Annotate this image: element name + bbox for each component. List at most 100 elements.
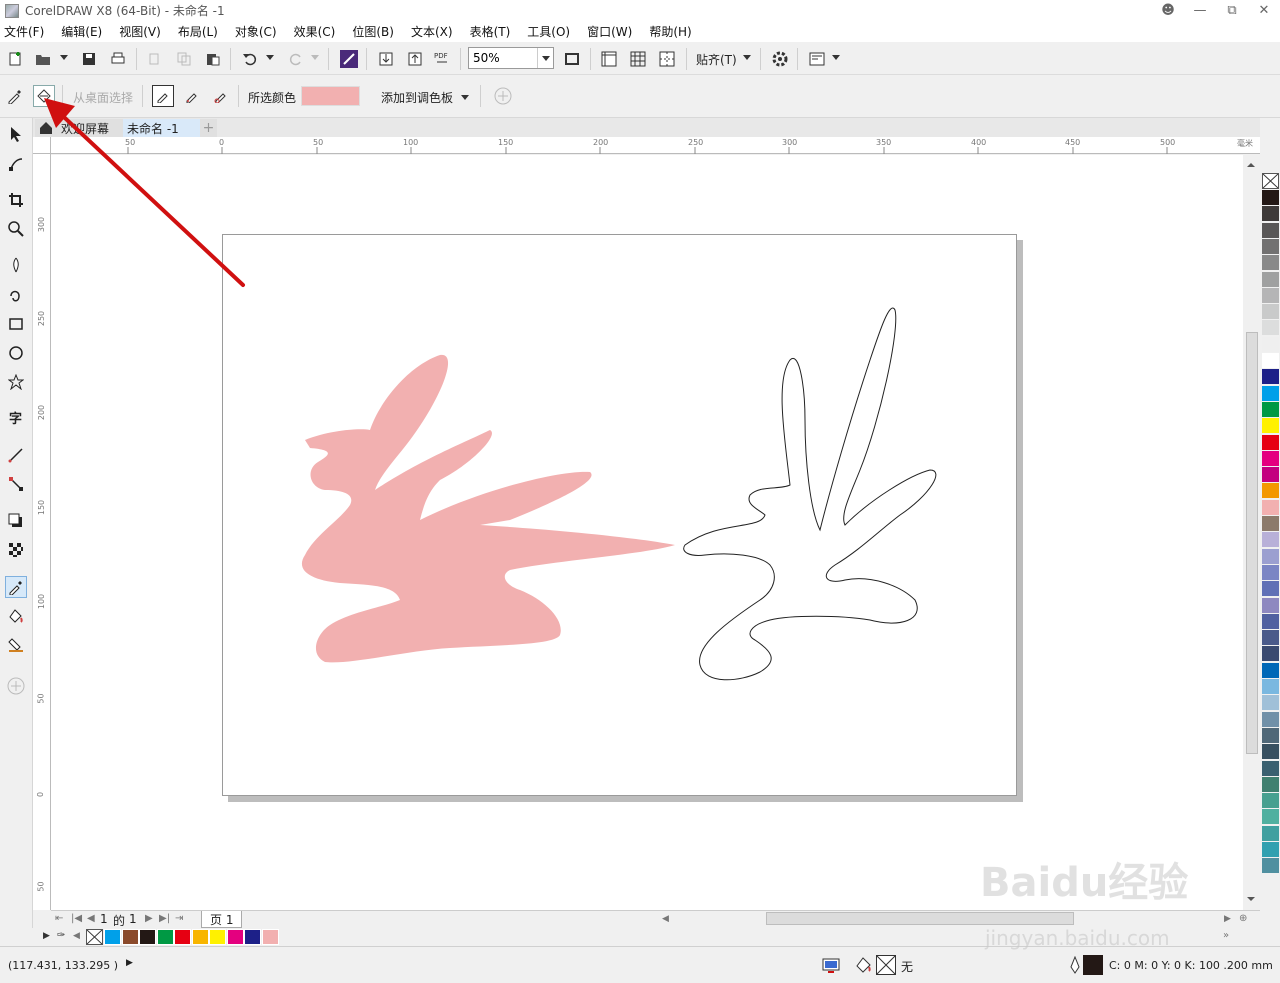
zoom-tool-icon[interactable] — [5, 218, 27, 240]
color-eyedropper-tool-icon[interactable] — [5, 576, 27, 598]
new-document-icon[interactable] — [4, 48, 26, 70]
zoom-dropdown-icon[interactable] — [537, 48, 553, 68]
palette-swatch[interactable] — [1262, 434, 1279, 451]
horizontal-scroll-thumb[interactable] — [766, 912, 1074, 925]
palette-swatch[interactable] — [1262, 450, 1279, 467]
palette-swatch[interactable] — [1262, 206, 1279, 223]
ruler-origin[interactable] — [33, 137, 51, 154]
palette-swatch[interactable] — [1262, 271, 1279, 288]
palette-swatch[interactable] — [1262, 564, 1279, 581]
add-tool-plus-icon[interactable] — [5, 675, 27, 697]
palette-swatch[interactable] — [1262, 842, 1279, 858]
docpal-no-color[interactable] — [86, 929, 103, 945]
freehand-tool-icon[interactable] — [5, 254, 27, 276]
palette-expand-icon[interactable]: ▶ — [43, 931, 50, 941]
docpal-swatch[interactable] — [191, 929, 209, 945]
palette-swatch[interactable] — [1262, 401, 1279, 418]
import-icon[interactable] — [375, 48, 397, 70]
select-from-desktop-button[interactable]: 从桌面选择 — [73, 89, 133, 106]
restore-button[interactable]: ⧉ — [1216, 0, 1248, 21]
text-tool-icon[interactable]: 字 — [5, 407, 27, 429]
vertical-scroll-thumb[interactable] — [1246, 332, 1258, 754]
docpal-swatch[interactable] — [156, 929, 174, 945]
palette-swatch[interactable] — [1262, 613, 1279, 630]
menu-file[interactable]: 文件(F) — [4, 23, 44, 40]
palette-swatch[interactable] — [1262, 727, 1279, 744]
add-to-palette-button[interactable]: 添加到调色板 — [381, 89, 453, 106]
menu-text[interactable]: 文本(X) — [411, 23, 453, 40]
smart-fill-tool-icon[interactable] — [5, 634, 27, 656]
palette-swatch[interactable] — [1262, 467, 1279, 484]
scroll-down-icon[interactable] — [1243, 893, 1260, 905]
palette-swatch[interactable] — [1262, 238, 1279, 255]
menu-help[interactable]: 帮助(H) — [649, 23, 691, 40]
color-proof-icon[interactable] — [822, 958, 840, 974]
docpal-swatch[interactable] — [226, 929, 244, 945]
palette-swatch[interactable] — [1262, 532, 1279, 549]
palette-swatch[interactable] — [1262, 809, 1279, 826]
show-guidelines-icon[interactable] — [656, 48, 678, 70]
minimize-button[interactable]: — — [1184, 0, 1216, 21]
palette-swatch[interactable] — [1262, 385, 1279, 402]
sample-5x5-icon[interactable] — [210, 85, 232, 107]
menu-edit[interactable]: 编辑(E) — [61, 23, 102, 40]
ellipse-tool-icon[interactable] — [5, 342, 27, 364]
paste-icon[interactable] — [202, 48, 224, 70]
palette-swatch[interactable] — [1262, 793, 1279, 810]
connector-tool-icon[interactable] — [5, 473, 27, 495]
palette-swatch[interactable] — [1262, 744, 1279, 761]
undo-dropdown-icon[interactable] — [266, 55, 274, 60]
palette-swatch[interactable] — [1262, 418, 1279, 435]
palette-swatch[interactable] — [1262, 711, 1279, 728]
open-folder-icon[interactable] — [32, 48, 54, 70]
shape-tool-icon[interactable] — [5, 153, 27, 175]
export-icon[interactable] — [404, 48, 426, 70]
scroll-right-icon[interactable]: ▶ — [1224, 914, 1231, 924]
palette-swatch[interactable] — [1262, 336, 1279, 353]
show-grid-icon[interactable] — [627, 48, 649, 70]
docpal-swatch[interactable] — [209, 929, 226, 945]
palette-swatch[interactable] — [1262, 304, 1279, 321]
palette-swatch[interactable] — [1262, 630, 1279, 647]
interactive-fill-tool-icon[interactable] — [5, 605, 27, 627]
drop-shadow-tool-icon[interactable] — [5, 510, 27, 532]
menu-window[interactable]: 窗口(W) — [587, 23, 632, 40]
sample-2x2-icon[interactable] — [181, 85, 203, 107]
add-to-palette-dropdown-icon[interactable] — [461, 95, 469, 100]
snap-dropdown-icon[interactable] — [743, 55, 751, 60]
horizontal-ruler[interactable]: 50 0 50 100 150 200 250 300 350 400 450 … — [51, 137, 1260, 154]
transparency-tool-icon[interactable] — [5, 539, 27, 561]
status-expand-icon[interactable]: ▶ — [126, 958, 133, 968]
zoom-level-input[interactable] — [469, 48, 537, 68]
palette-swatch[interactable] — [1262, 858, 1279, 875]
undo-icon[interactable] — [239, 48, 261, 70]
menu-effects[interactable]: 效果(C) — [294, 23, 336, 40]
palette-swatch[interactable] — [1262, 695, 1279, 712]
crop-tool-icon[interactable] — [5, 189, 27, 211]
palette-swatch[interactable] — [1262, 483, 1279, 500]
docpal-swatch[interactable] — [104, 929, 121, 945]
page-tab-1[interactable]: 页 1 — [201, 911, 243, 928]
parallel-dimension-tool-icon[interactable] — [5, 444, 27, 466]
zoom-level-combobox[interactable] — [468, 47, 554, 69]
sample-1x1-icon[interactable] — [152, 85, 174, 107]
pick-tool-icon[interactable] — [5, 123, 27, 145]
fill-status-icon[interactable] — [856, 956, 874, 974]
user-icon[interactable]: ☻ — [1152, 0, 1184, 21]
previous-page-icon[interactable]: ◀ — [87, 913, 95, 924]
palette-swatch[interactable] — [1262, 548, 1279, 565]
launcher-dropdown-icon[interactable] — [832, 55, 840, 60]
docpal-swatch[interactable] — [261, 929, 279, 945]
tab-welcome-screen[interactable]: 欢迎屏幕 — [35, 119, 123, 137]
add-page-icon[interactable]: ⇥ — [175, 913, 183, 924]
search-content-icon[interactable] — [338, 48, 360, 70]
menu-bitmaps[interactable]: 位图(B) — [352, 23, 394, 40]
first-page-icon[interactable]: ⇤ — [55, 913, 63, 924]
docpal-swatch[interactable] — [121, 929, 139, 945]
menu-object[interactable]: 对象(C) — [235, 23, 277, 40]
snap-to-button[interactable]: 贴齐(T) — [696, 51, 737, 68]
tab-document[interactable]: 未命名 -1 — [123, 119, 206, 137]
docpal-swatch[interactable] — [139, 929, 156, 945]
cut-icon[interactable] — [144, 48, 166, 70]
save-icon[interactable] — [78, 48, 100, 70]
